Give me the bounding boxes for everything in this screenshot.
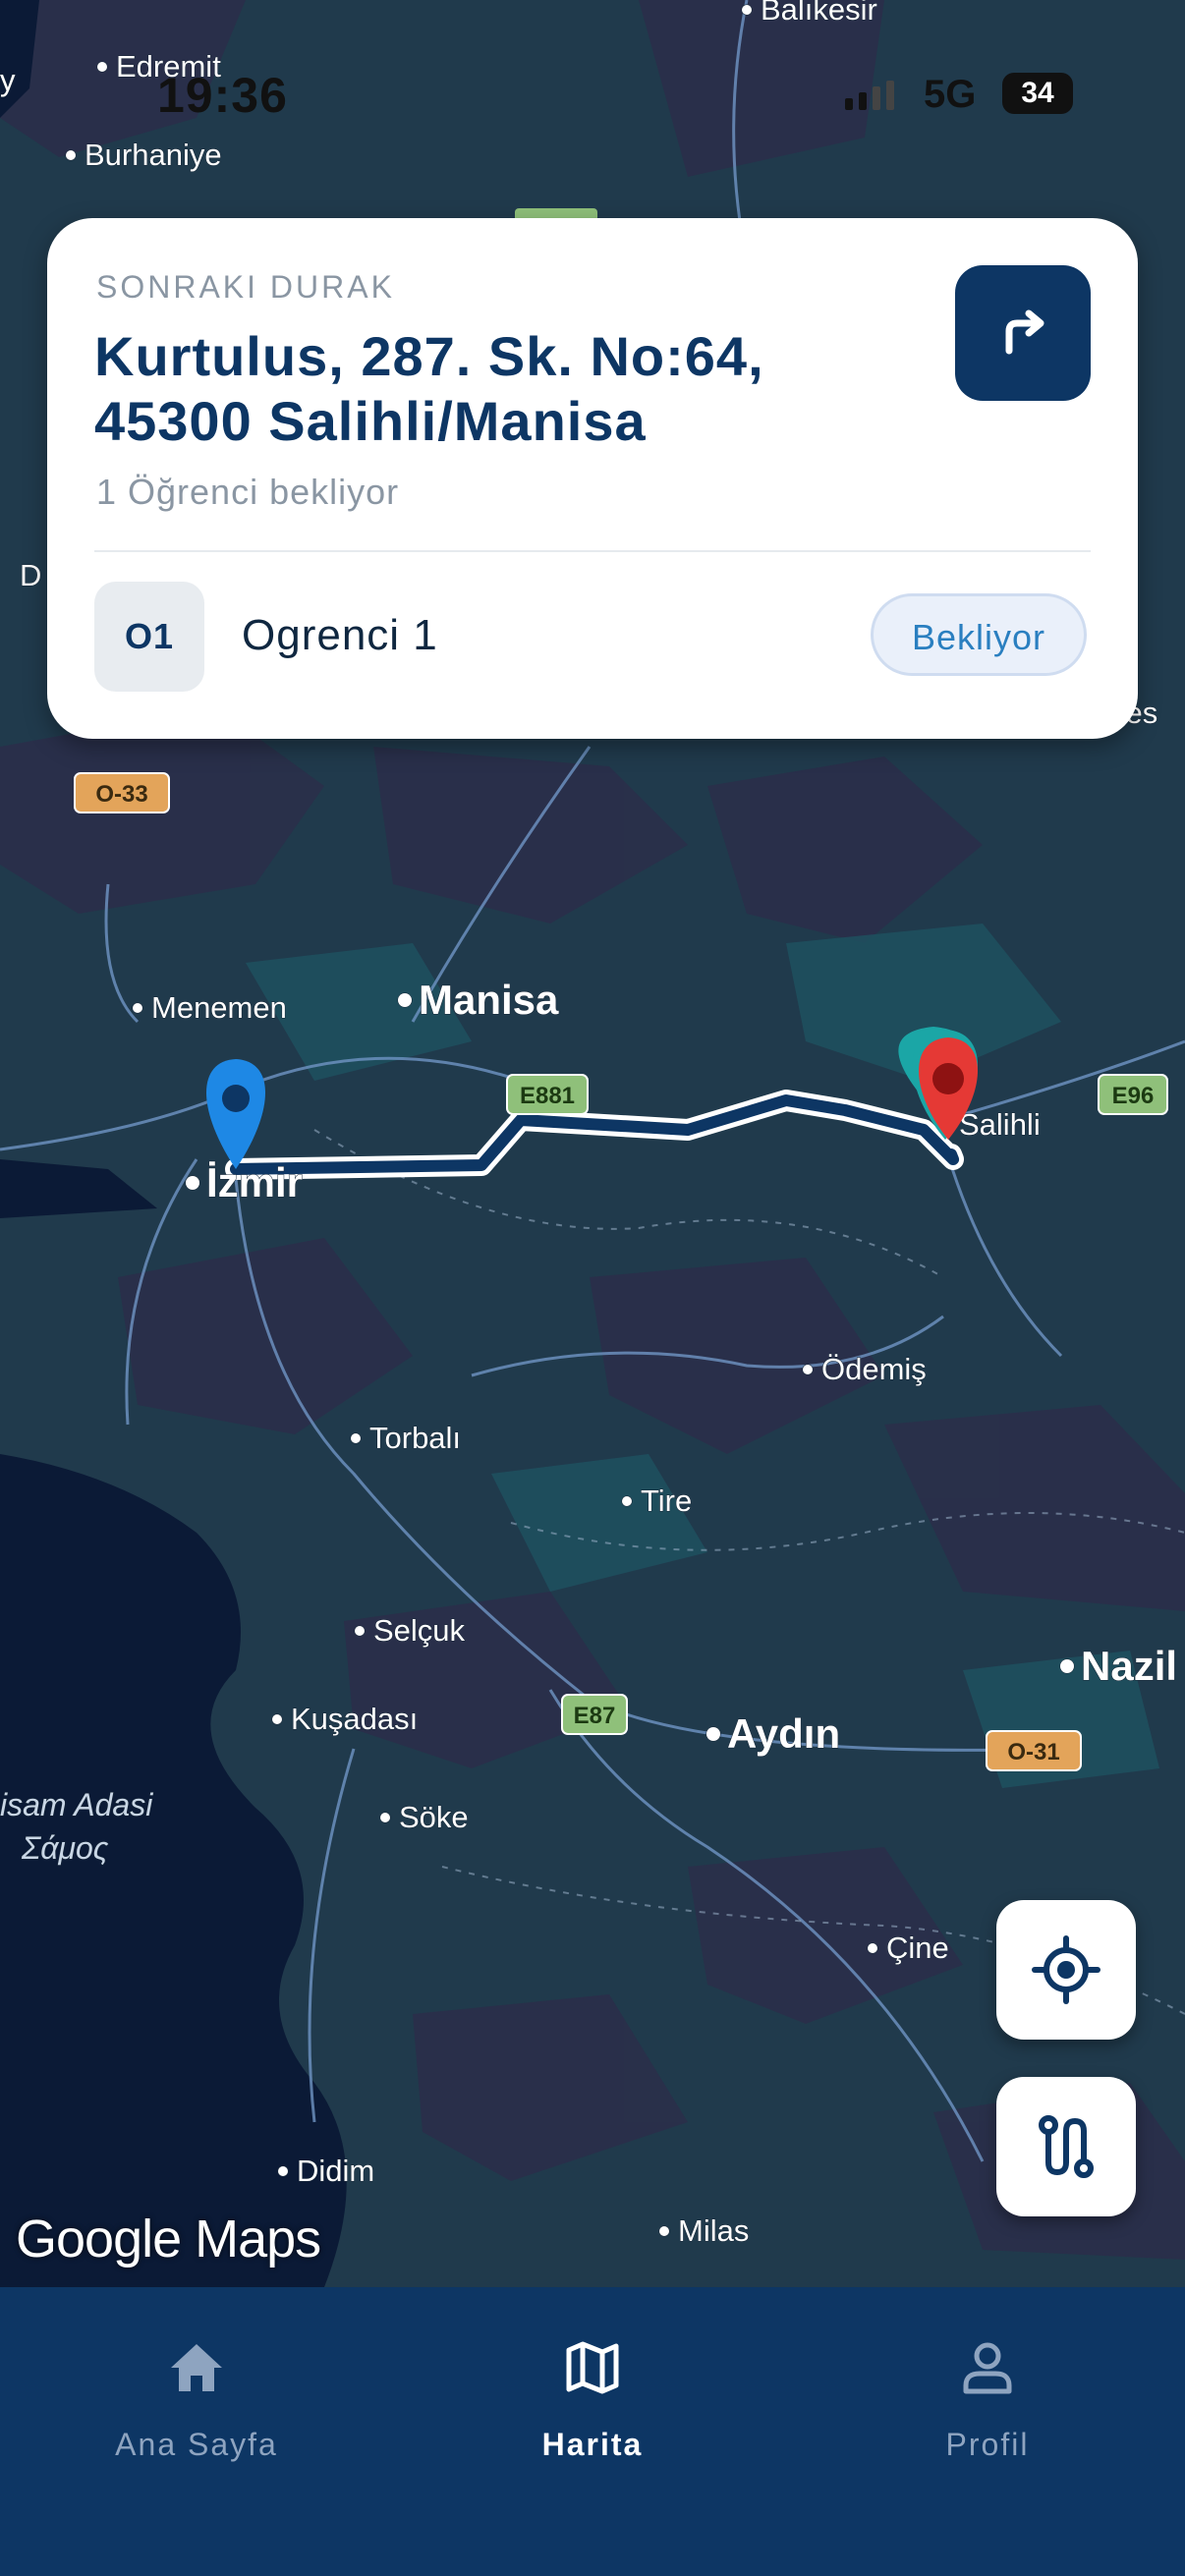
place-label: Söke	[399, 1800, 469, 1834]
route-icon	[1039, 2115, 1094, 2178]
place-dot	[658, 2225, 670, 2237]
place-dot	[350, 1432, 362, 1444]
address-line-2: 45300 Salihli/Manisa	[94, 390, 647, 452]
road-shield-label: O-33	[95, 781, 147, 808]
road-shield-label: O-31	[1007, 1739, 1059, 1765]
place-dot	[185, 1175, 200, 1191]
tab-home[interactable]: Ana Sayfa	[49, 2321, 344, 2468]
place-label: Torbalı	[369, 1421, 461, 1455]
place-dot	[354, 1625, 366, 1637]
place-label: Balıkesir	[761, 0, 877, 27]
place-label: Selçuk	[373, 1613, 466, 1648]
place-label: Manisa	[419, 977, 559, 1023]
google-maps-watermark: Google Maps	[16, 2210, 321, 2268]
place-dot	[397, 992, 413, 1008]
place-label: Nazil	[1081, 1643, 1177, 1689]
place-dot	[867, 1942, 878, 1954]
place-dot	[1059, 1658, 1075, 1674]
place-dot	[621, 1495, 633, 1507]
place-dot	[379, 1812, 391, 1823]
place-dot	[271, 1713, 283, 1725]
place-label: Kuşadası	[291, 1702, 418, 1736]
status-time: 19:36	[157, 68, 288, 123]
place-label: Ödemiş	[821, 1352, 927, 1386]
place-dot	[65, 149, 77, 161]
user-icon	[963, 2342, 1012, 2394]
place-label: Aydın	[727, 1710, 840, 1757]
next-stop-label: SONRAKI DURAK	[96, 269, 395, 305]
place-dot	[705, 1726, 721, 1742]
tab-map[interactable]: Harita	[445, 2321, 740, 2468]
place-dot	[741, 4, 753, 16]
place-label: İzmir	[206, 1159, 303, 1205]
network-type: 5G	[924, 73, 977, 116]
island-label: Σάμος	[21, 1830, 109, 1866]
status-bar: 19:36 5G 34	[0, 67, 1185, 126]
next-stop-address: Kurtulus, 287. Sk. No:64, 45300 Salihli/…	[94, 324, 959, 454]
address-line-1: Kurtulus, 287. Sk. No:64,	[94, 325, 764, 387]
map-icon	[566, 2341, 619, 2394]
place-label: Tire	[641, 1484, 692, 1518]
home-icon	[171, 2344, 222, 2391]
place-label: Çine	[886, 1931, 949, 1965]
place-label-partial: D	[20, 558, 41, 592]
waiting-count: 1 Öğrenci bekliyor	[96, 472, 400, 512]
road-shield-label: E881	[520, 1083, 575, 1109]
place-label: Menemen	[151, 990, 287, 1025]
tab-home-label: Ana Sayfa	[115, 2427, 278, 2462]
next-stop-card: SONRAKI DURAK Kurtulus, 287. Sk. No:64, …	[47, 218, 1138, 739]
student-name: Ogrenci 1	[242, 611, 438, 659]
place-label: Didim	[297, 2154, 374, 2188]
tab-profile-label: Profil	[945, 2427, 1030, 2462]
my-location-button[interactable]	[996, 1900, 1136, 2040]
signal-icon	[845, 81, 894, 110]
island-label: isam Adasi	[0, 1787, 153, 1822]
battery-icon: 34	[1002, 73, 1073, 114]
tab-map-label: Harita	[541, 2427, 644, 2462]
student-code-avatar: O1	[94, 582, 204, 692]
bottom-tab-bar: Ana Sayfa Harita Profil	[0, 2287, 1185, 2576]
road-shield-label: E96	[1112, 1083, 1155, 1109]
crosshair-icon	[1032, 1935, 1100, 2004]
place-label: Burhaniye	[85, 138, 222, 172]
place-label: Salihli	[959, 1107, 1041, 1142]
road-shield-label: E87	[574, 1703, 616, 1729]
student-status-badge[interactable]: Bekliyor	[871, 593, 1087, 676]
route-overview-button[interactable]	[996, 2077, 1136, 2216]
divider	[94, 550, 1091, 552]
turn-right-icon	[1005, 309, 1044, 355]
place-label: Milas	[678, 2213, 749, 2248]
place-dot	[802, 1364, 814, 1375]
place-dot	[277, 2165, 289, 2177]
tab-profile[interactable]: Profil	[840, 2321, 1135, 2468]
navigate-button[interactable]	[955, 265, 1091, 401]
place-dot	[132, 1002, 143, 1014]
